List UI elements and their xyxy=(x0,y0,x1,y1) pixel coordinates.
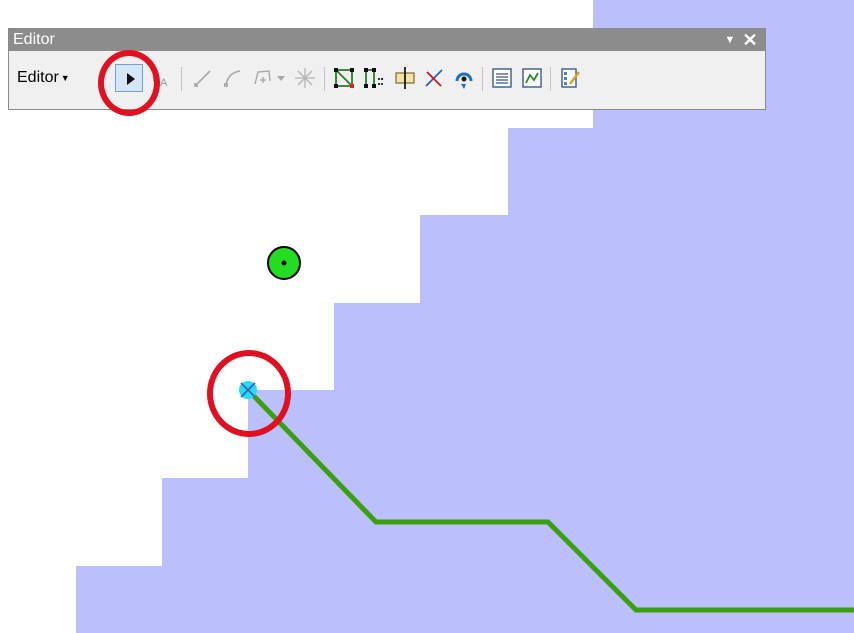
edit-vertices-tool-button[interactable] xyxy=(330,64,358,92)
toolbar-separator xyxy=(324,67,325,91)
chevron-down-icon xyxy=(277,76,285,81)
rotate-tool-button[interactable] xyxy=(450,64,478,92)
editor-title-bar[interactable]: Editor ▼ ✕ xyxy=(9,29,765,51)
toolbar-separator xyxy=(550,67,551,91)
trace-tool-button[interactable] xyxy=(249,64,277,92)
attributes-button[interactable] xyxy=(488,64,516,92)
midpoint-icon xyxy=(295,68,315,88)
create-features-icon xyxy=(561,68,580,88)
create-features-button[interactable] xyxy=(556,64,584,92)
editor-window-title: Editor xyxy=(13,31,55,48)
straight-segment-icon xyxy=(194,70,211,87)
cut-polygon-icon xyxy=(395,67,415,89)
trace-dropdown[interactable] xyxy=(274,64,288,92)
toolbar-separator xyxy=(482,67,483,91)
trace-icon xyxy=(254,70,271,85)
edit-tool-highlight-circle xyxy=(98,50,160,116)
endpoint-arc-tool-button[interactable] xyxy=(219,64,247,92)
arc-segment-icon xyxy=(224,70,241,87)
cut-polygons-tool-button[interactable] xyxy=(391,64,419,92)
split-icon xyxy=(425,69,443,87)
vertex-highlight-circle xyxy=(207,350,291,437)
svg-text:A: A xyxy=(160,77,168,89)
toolbar-separator xyxy=(181,67,182,91)
straight-segment-tool-button[interactable] xyxy=(189,64,217,92)
reshape-icon xyxy=(364,68,383,88)
chevron-down-icon: ▼ xyxy=(60,73,70,83)
edit-vertices-icon xyxy=(334,68,354,88)
editor-menu-label: Editor xyxy=(17,69,59,86)
green-point-feature[interactable] xyxy=(267,246,301,280)
editor-menu-button[interactable]: Editor ▼ xyxy=(17,64,70,92)
sketch-properties-icon xyxy=(522,68,542,88)
reshape-feature-tool-button[interactable] xyxy=(360,64,388,92)
split-tool-button[interactable] xyxy=(420,64,448,92)
triangle-down-icon[interactable]: ▼ xyxy=(721,29,739,51)
rotate-icon xyxy=(455,72,473,89)
close-icon[interactable]: ✕ xyxy=(739,29,761,51)
attributes-table-icon xyxy=(492,68,512,88)
point-tool-button[interactable] xyxy=(291,64,319,92)
sketch-properties-button[interactable] xyxy=(518,64,546,92)
